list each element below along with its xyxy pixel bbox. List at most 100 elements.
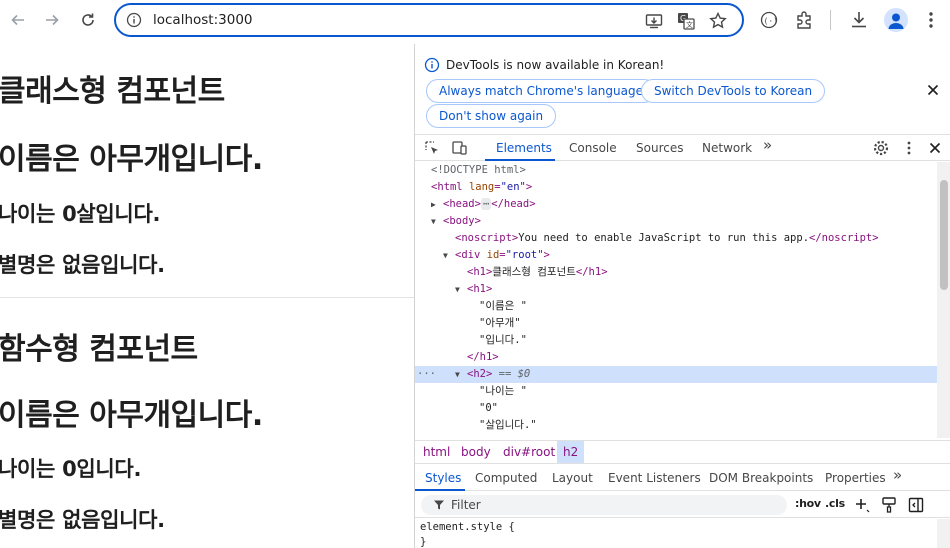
- toolbar-separator: [830, 10, 831, 30]
- close-devtools-icon[interactable]: [926, 139, 944, 157]
- dom-html[interactable]: <html lang="en">: [415, 179, 937, 196]
- collapse-triangle-icon[interactable]: ▼: [443, 247, 455, 264]
- dom-scrollbar[interactable]: [937, 162, 950, 438]
- tab-dom-breakpoints[interactable]: DOM Breakpoints: [709, 471, 813, 485]
- filter-input[interactable]: [451, 497, 771, 513]
- language-infobar: DevTools is now available in Korean! Alw…: [415, 44, 950, 132]
- collapse-triangle-icon[interactable]: ▼: [455, 281, 467, 298]
- class-toggle-button[interactable]: .cls: [825, 497, 845, 510]
- horizontal-rule: [0, 297, 414, 298]
- puzzle-icon[interactable]: [794, 9, 816, 31]
- class-age-heading: 나이는 0살입니다.: [0, 202, 161, 226]
- breadcrumb: html body div#root h2: [415, 440, 950, 464]
- paint-format-icon[interactable]: [880, 496, 898, 514]
- dom-h2-selected[interactable]: ··· ▼ <h2> == $0: [415, 366, 937, 383]
- dom-text: "0": [479, 402, 498, 414]
- dom-h1-name[interactable]: ▼ <h1>: [415, 281, 937, 298]
- browser-toolbar: localhost:3000 G文 (·): [0, 0, 950, 40]
- tab-layout[interactable]: Layout: [552, 471, 593, 485]
- profile-icon: [888, 13, 904, 29]
- breadcrumb-html[interactable]: html: [423, 445, 450, 459]
- dom-attr: id: [486, 249, 500, 261]
- breadcrumb-h2[interactable]: h2: [557, 441, 585, 463]
- collapse-triangle-icon[interactable]: ▼: [431, 213, 443, 230]
- tab-network[interactable]: Network: [702, 141, 752, 155]
- filter-funnel-icon: [434, 500, 444, 510]
- collapsed-ellipsis[interactable]: ⋯: [480, 198, 492, 210]
- element-style-rule[interactable]: element.style {: [420, 521, 515, 533]
- collapse-triangle-icon[interactable]: ▼: [455, 366, 467, 383]
- dom-doctype[interactable]: <!DOCTYPE html>: [415, 162, 937, 179]
- expand-triangle-icon[interactable]: ▶: [431, 196, 443, 213]
- scrollbar-thumb[interactable]: [940, 180, 948, 290]
- dom-text-node[interactable]: "0": [415, 400, 937, 417]
- add-style-rule-icon[interactable]: [853, 496, 871, 514]
- dom-tree: <!DOCTYPE html> <html lang="en"> ▶ <head>…: [415, 162, 937, 438]
- dom-text: "나이는 ": [479, 385, 527, 397]
- tab-styles[interactable]: Styles: [425, 471, 461, 485]
- dom-text-node[interactable]: "입니다.": [415, 332, 937, 349]
- forward-arrow-icon: [46, 14, 59, 26]
- device-toolbar-icon[interactable]: [451, 139, 469, 157]
- filter-field[interactable]: [421, 495, 787, 515]
- bookmark-star-icon[interactable]: [708, 11, 728, 31]
- translate-icon[interactable]: G文: [676, 11, 696, 31]
- devtools-menu-icon[interactable]: [900, 139, 918, 157]
- forward-button[interactable]: [38, 6, 66, 34]
- profile-avatar[interactable]: [884, 8, 908, 32]
- address-bar[interactable]: localhost:3000 G文: [114, 3, 744, 37]
- close-infobar-icon[interactable]: [925, 82, 941, 98]
- breadcrumb-div-root[interactable]: div#root: [503, 445, 555, 459]
- more-tabs-chevron[interactable]: »: [763, 136, 772, 154]
- node-actions-dots[interactable]: ···: [417, 366, 455, 383]
- breadcrumb-body[interactable]: body: [461, 445, 491, 459]
- styles-pane: element.style { }: [415, 519, 937, 548]
- info-icon: [424, 57, 440, 73]
- download-icon[interactable]: [848, 9, 870, 31]
- dom-text: "입니다.": [479, 334, 527, 346]
- dom-text-node[interactable]: "이름은 ": [415, 298, 937, 315]
- site-info-icon[interactable]: [126, 12, 142, 28]
- inspect-element-icon[interactable]: [423, 139, 441, 157]
- dom-div-root[interactable]: ▼ <div id="root">: [415, 247, 937, 264]
- dom-text: "살입니다.": [479, 419, 537, 431]
- tab-event-listeners[interactable]: Event Listeners: [608, 471, 701, 485]
- styles-toolbar: :hov .cls: [415, 492, 950, 518]
- settings-gear-icon[interactable]: [872, 139, 890, 157]
- dom-text-node[interactable]: "나이는 ": [415, 383, 937, 400]
- dom-text-node[interactable]: "아무개": [415, 315, 937, 332]
- tab-console[interactable]: Console: [569, 141, 617, 155]
- dom-tag: <head>: [443, 198, 481, 210]
- switch-to-korean-button[interactable]: Switch DevTools to Korean: [641, 79, 826, 103]
- dom-h1-close[interactable]: </h1>: [415, 349, 937, 366]
- dom-noscript[interactable]: <noscript>You need to enable JavaScript …: [415, 230, 937, 247]
- dom-text-node[interactable]: "살입니다.": [415, 417, 937, 434]
- class-name-heading: 이름은 아무개입니다.: [0, 142, 263, 177]
- more-subtabs-chevron[interactable]: »: [893, 466, 902, 484]
- dom-tag: <body>: [443, 215, 481, 227]
- toggle-sidebar-icon[interactable]: [907, 496, 925, 514]
- dom-body[interactable]: ▼ <body>: [415, 213, 937, 230]
- menu-icon[interactable]: [920, 9, 942, 31]
- always-match-language-button[interactable]: Always match Chrome's language: [426, 79, 656, 103]
- dom-text: <!DOCTYPE html>: [431, 164, 526, 176]
- back-button[interactable]: [4, 6, 32, 34]
- url-text[interactable]: localhost:3000: [153, 12, 253, 28]
- dom-tag: <div: [455, 249, 481, 261]
- tab-properties[interactable]: Properties: [825, 471, 886, 485]
- hover-state-button[interactable]: :hov: [795, 497, 821, 510]
- sidebar-pane-tabs: Styles Computed Layout Event Listeners D…: [415, 465, 950, 491]
- tab-sources[interactable]: Sources: [636, 141, 683, 155]
- dom-head[interactable]: ▶ <head> ⋯ </head>: [415, 196, 937, 213]
- function-component-title: 함수형 컴포넌트: [0, 332, 198, 367]
- reload-button[interactable]: [74, 6, 102, 34]
- dom-h1-class[interactable]: <h1>클래스형 컴포넌트</h1>: [415, 264, 937, 281]
- styles-scrollbar[interactable]: [937, 519, 950, 548]
- tab-elements[interactable]: Elements: [496, 141, 552, 155]
- dont-show-again-button[interactable]: Don't show again: [426, 104, 557, 128]
- dom-tag: </h1>: [575, 266, 608, 278]
- tab-computed[interactable]: Computed: [475, 471, 537, 485]
- infobar-message: DevTools is now available in Korean!: [446, 58, 665, 72]
- extension-icon[interactable]: (·): [758, 9, 780, 31]
- install-app-icon[interactable]: [644, 11, 664, 31]
